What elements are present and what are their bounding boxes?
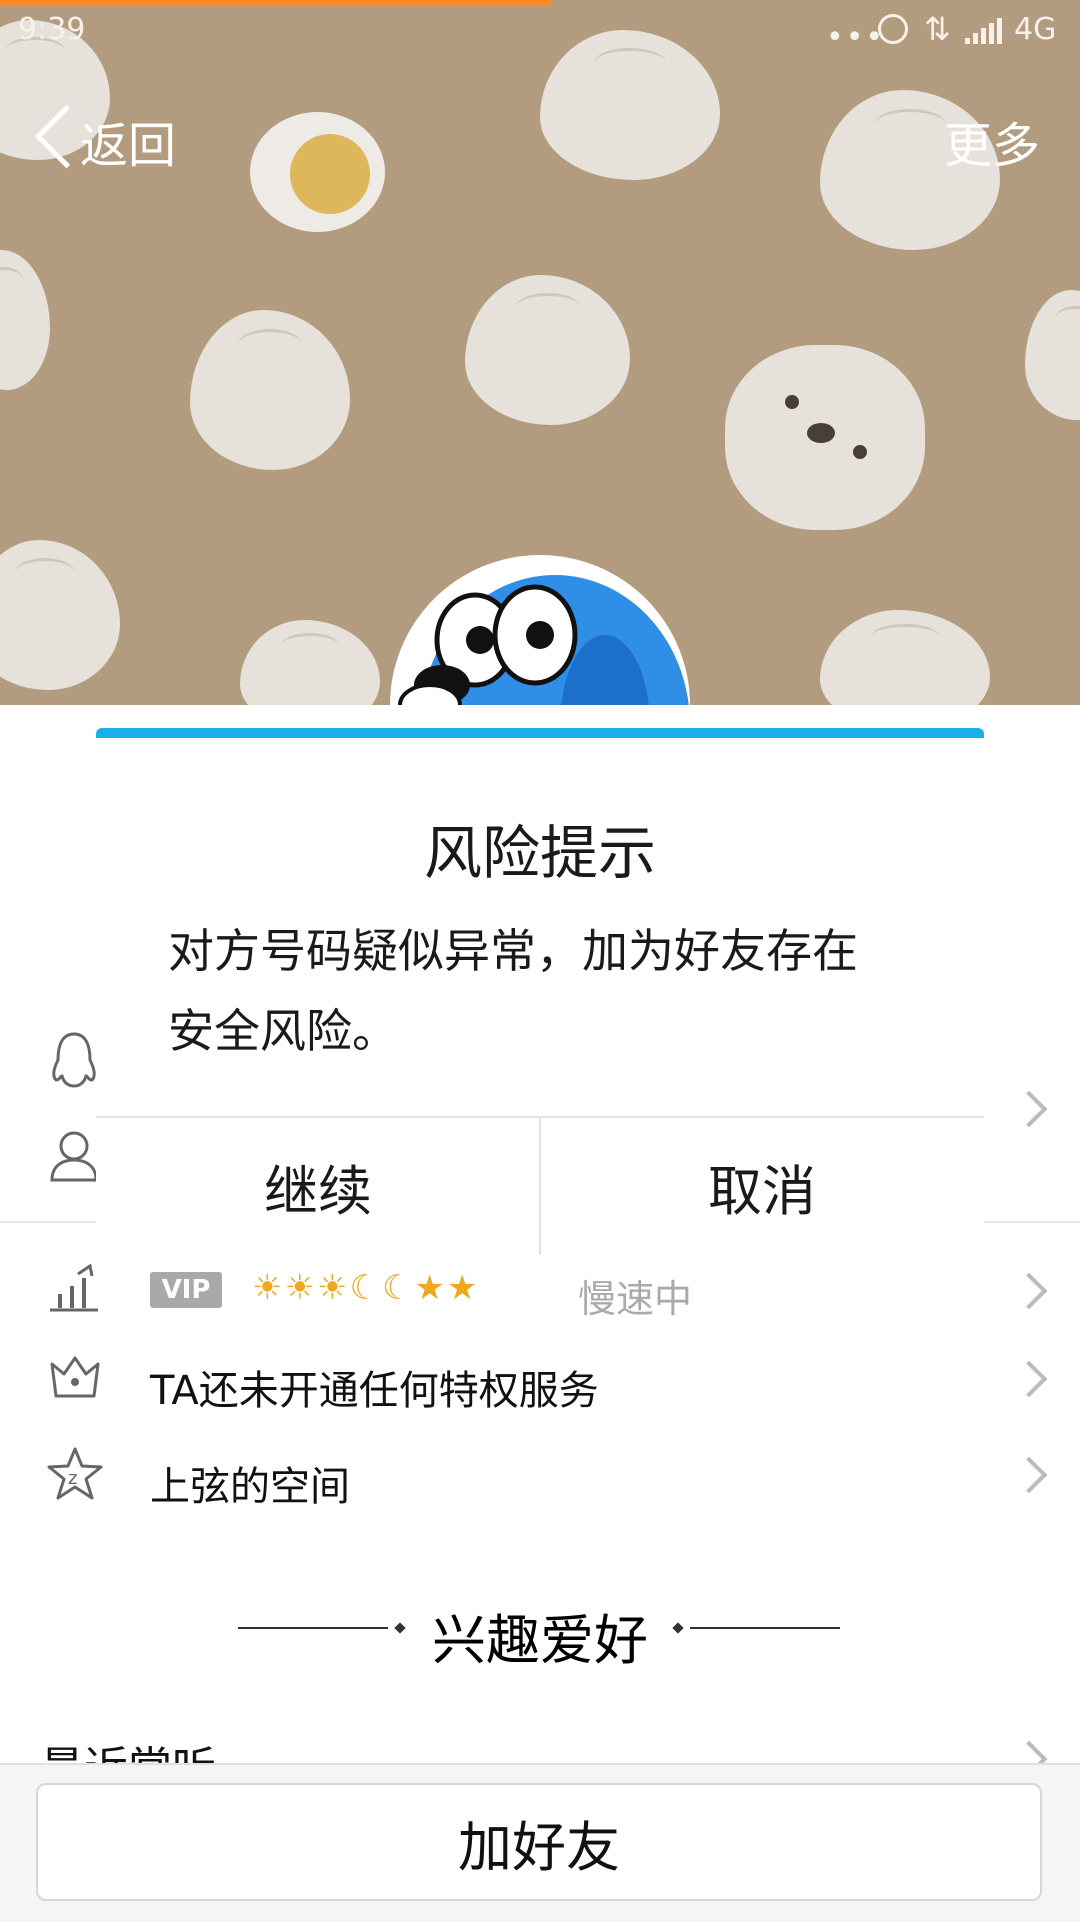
privilege-text: TA还未开通任何特权服务 <box>150 1368 599 1414</box>
back-label: 返回 <box>80 118 177 174</box>
risk-warning-dialog: 风险提示 对方号码疑似异常，加为好友存在安全风险。 继续 取消 <box>96 728 984 1255</box>
continue-button[interactable]: 继续 <box>96 1118 540 1255</box>
user-profile-icon <box>50 1131 98 1182</box>
privilege-row[interactable]: TA还未开通任何特权服务 <box>0 1330 1080 1426</box>
svg-text:z: z <box>68 1468 77 1489</box>
signal-icon <box>965 18 1002 44</box>
egg-decoration <box>250 112 385 232</box>
dialog-accent-bar <box>96 728 984 738</box>
section-title: 兴趣爱好 <box>432 1609 648 1672</box>
avatar[interactable] <box>390 555 690 705</box>
chevron-right-icon <box>1010 1456 1048 1494</box>
add-friend-button[interactable]: 加好友 <box>36 1783 1042 1901</box>
vip-badge: VIP <box>150 1272 222 1308</box>
bear-decoration <box>725 345 925 530</box>
moon-icon: ☾ <box>349 1268 382 1308</box>
sun-icon: ☀ <box>284 1268 317 1308</box>
star-icon: ★ <box>446 1268 480 1308</box>
level-icons: ☀☀☀☾☾★★ <box>252 1268 479 1308</box>
moon-icon: ☾ <box>381 1268 415 1308</box>
qq-penguin-icon <box>52 1032 96 1088</box>
status-time: 9:39 <box>18 12 86 47</box>
chevron-right-icon <box>1010 1740 1048 1763</box>
qzone-row[interactable]: z 上弦的空间 <box>0 1426 1080 1522</box>
recent-music-row[interactable]: 最近常听 <box>0 1730 1080 1763</box>
network-type: 4G <box>1014 12 1057 47</box>
qzone-star-icon: z <box>47 1447 103 1500</box>
chevron-right-icon <box>1010 1360 1048 1398</box>
more-dots-icon: ••• <box>826 20 886 55</box>
more-button[interactable]: 更多 <box>944 106 1040 176</box>
recent-music-label: 最近常听 <box>40 1732 216 1763</box>
star-icon: ★ <box>414 1268 447 1308</box>
section-divider-right <box>690 1627 840 1629</box>
page-load-progress <box>0 0 551 5</box>
qzone-text: 上弦的空间 <box>150 1464 350 1510</box>
blue-dog-avatar-icon <box>398 575 689 705</box>
sun-icon: ☀ <box>252 1268 285 1308</box>
sun-icon: ☀ <box>316 1268 350 1308</box>
chevron-right-icon <box>1010 1272 1048 1310</box>
data-arrows-icon: ⇅ <box>924 10 951 48</box>
dialog-title: 风险提示 <box>423 819 656 887</box>
level-chart-icon <box>50 1264 98 1312</box>
dialog-message: 对方号码疑似异常，加为好友存在安全风险。 <box>168 924 858 1058</box>
bottom-action-bar: 加好友 <box>0 1763 1080 1922</box>
level-status: 慢速中 <box>578 1277 693 1321</box>
crown-icon <box>50 1356 100 1398</box>
dialog-button-row: 继续 取消 <box>96 1116 984 1255</box>
cancel-button[interactable]: 取消 <box>540 1118 984 1255</box>
alarm-icon <box>878 14 908 44</box>
chevron-right-icon[interactable] <box>1010 1090 1048 1128</box>
